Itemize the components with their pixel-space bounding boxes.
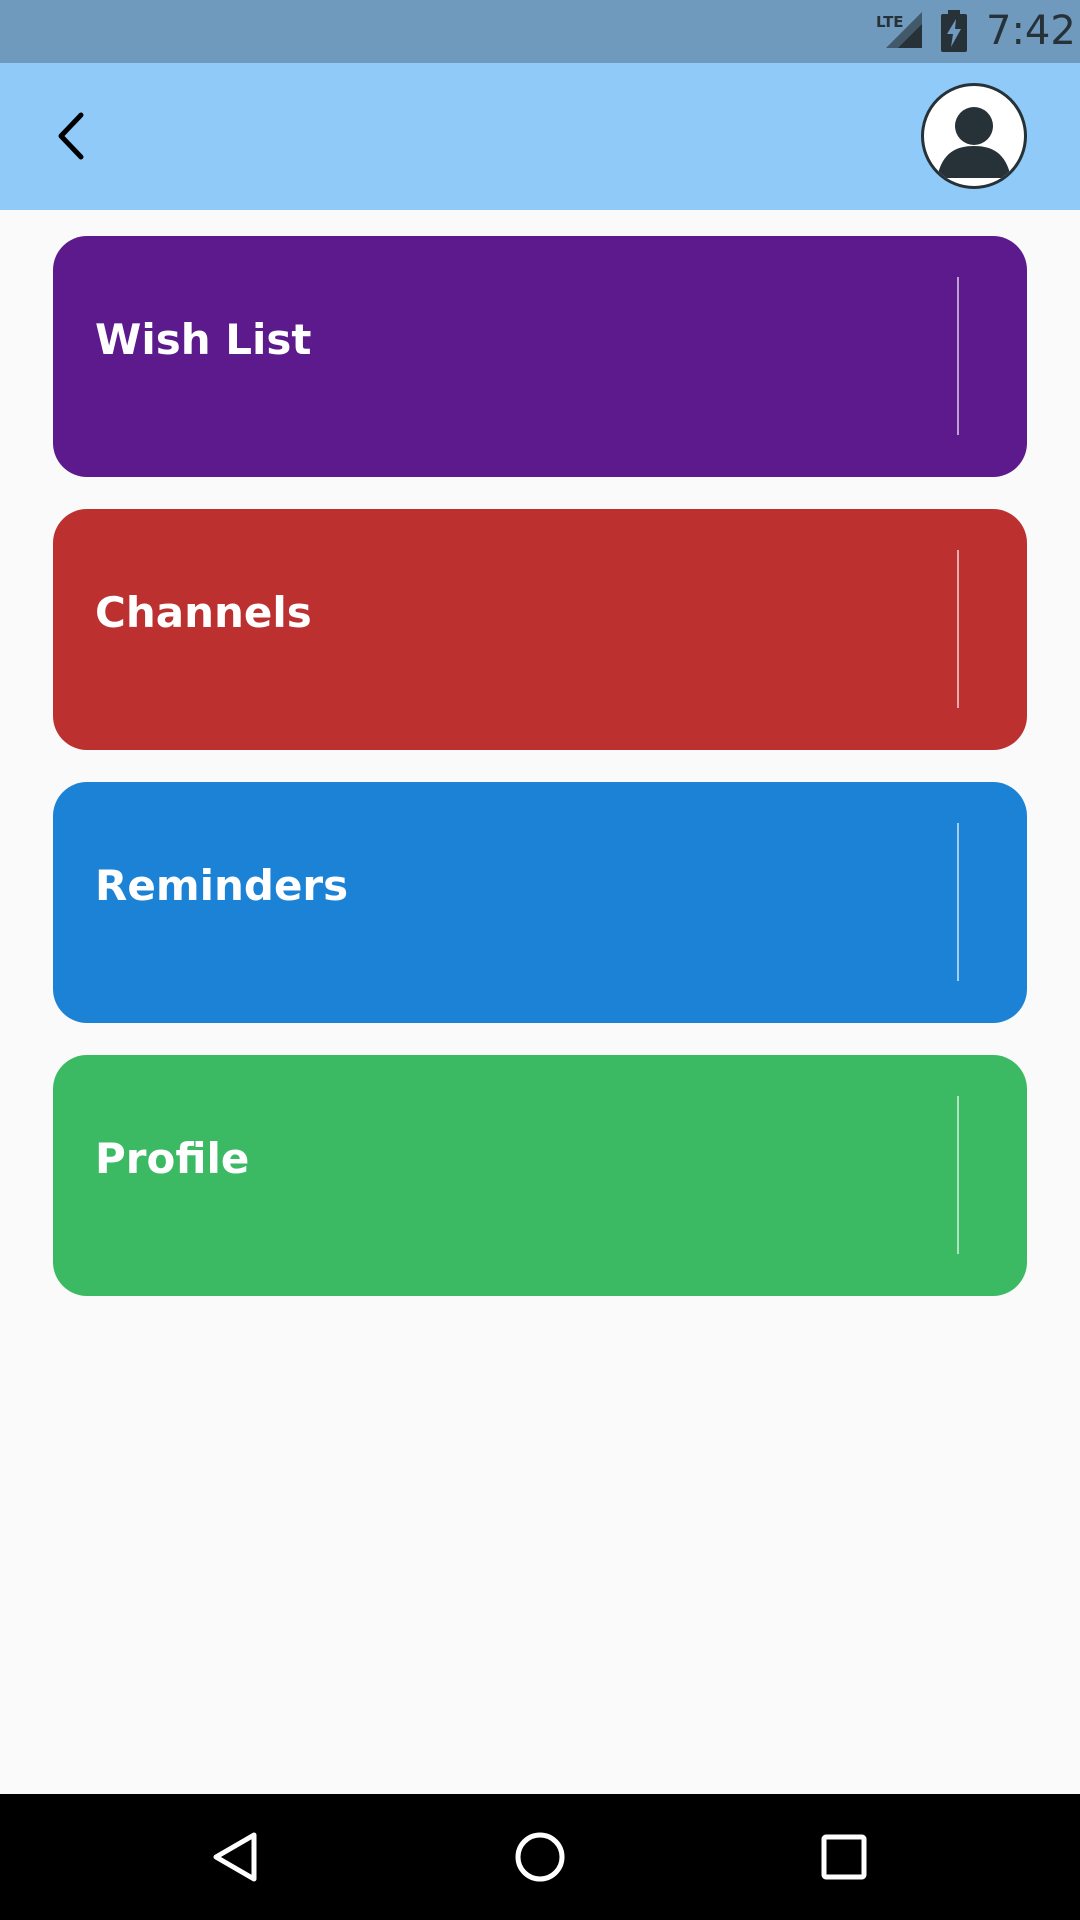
nav-back-button[interactable] — [196, 1817, 276, 1897]
network-type-label: LTE — [876, 13, 904, 31]
menu-card-wish-list[interactable]: Wish List — [53, 236, 1027, 477]
app-bar — [0, 63, 1080, 210]
card-divider — [957, 1096, 959, 1254]
status-clock: 7:42 — [986, 8, 1076, 54]
system-nav-bar — [0, 1794, 1080, 1920]
recents-square-icon — [821, 1834, 867, 1880]
home-circle-icon — [515, 1832, 565, 1882]
back-button[interactable] — [40, 103, 106, 169]
avatar[interactable] — [921, 83, 1027, 189]
menu-card-reminders[interactable]: Reminders — [53, 782, 1027, 1023]
back-triangle-icon — [213, 1832, 257, 1882]
nav-home-button[interactable] — [500, 1817, 580, 1897]
menu-card-label: Profile — [95, 1134, 250, 1183]
battery-charging-icon — [941, 10, 967, 52]
menu-card-label: Wish List — [95, 315, 312, 364]
card-divider — [957, 823, 959, 981]
status-bar: LTE 7:42 — [0, 0, 1080, 63]
card-divider — [957, 277, 959, 435]
menu-card-profile[interactable]: Profile — [53, 1055, 1027, 1296]
account-avatar-icon — [937, 107, 1011, 178]
menu-card-channels[interactable]: Channels — [53, 509, 1027, 750]
lte-signal-icon: LTE — [876, 12, 922, 48]
card-divider — [957, 550, 959, 708]
menu-card-label: Reminders — [95, 861, 349, 910]
menu-list: Wish List Channels Reminders Profile — [53, 236, 1027, 1328]
back-arrow-icon — [58, 112, 84, 160]
nav-recents-button[interactable] — [804, 1817, 884, 1897]
menu-card-label: Channels — [95, 588, 312, 637]
